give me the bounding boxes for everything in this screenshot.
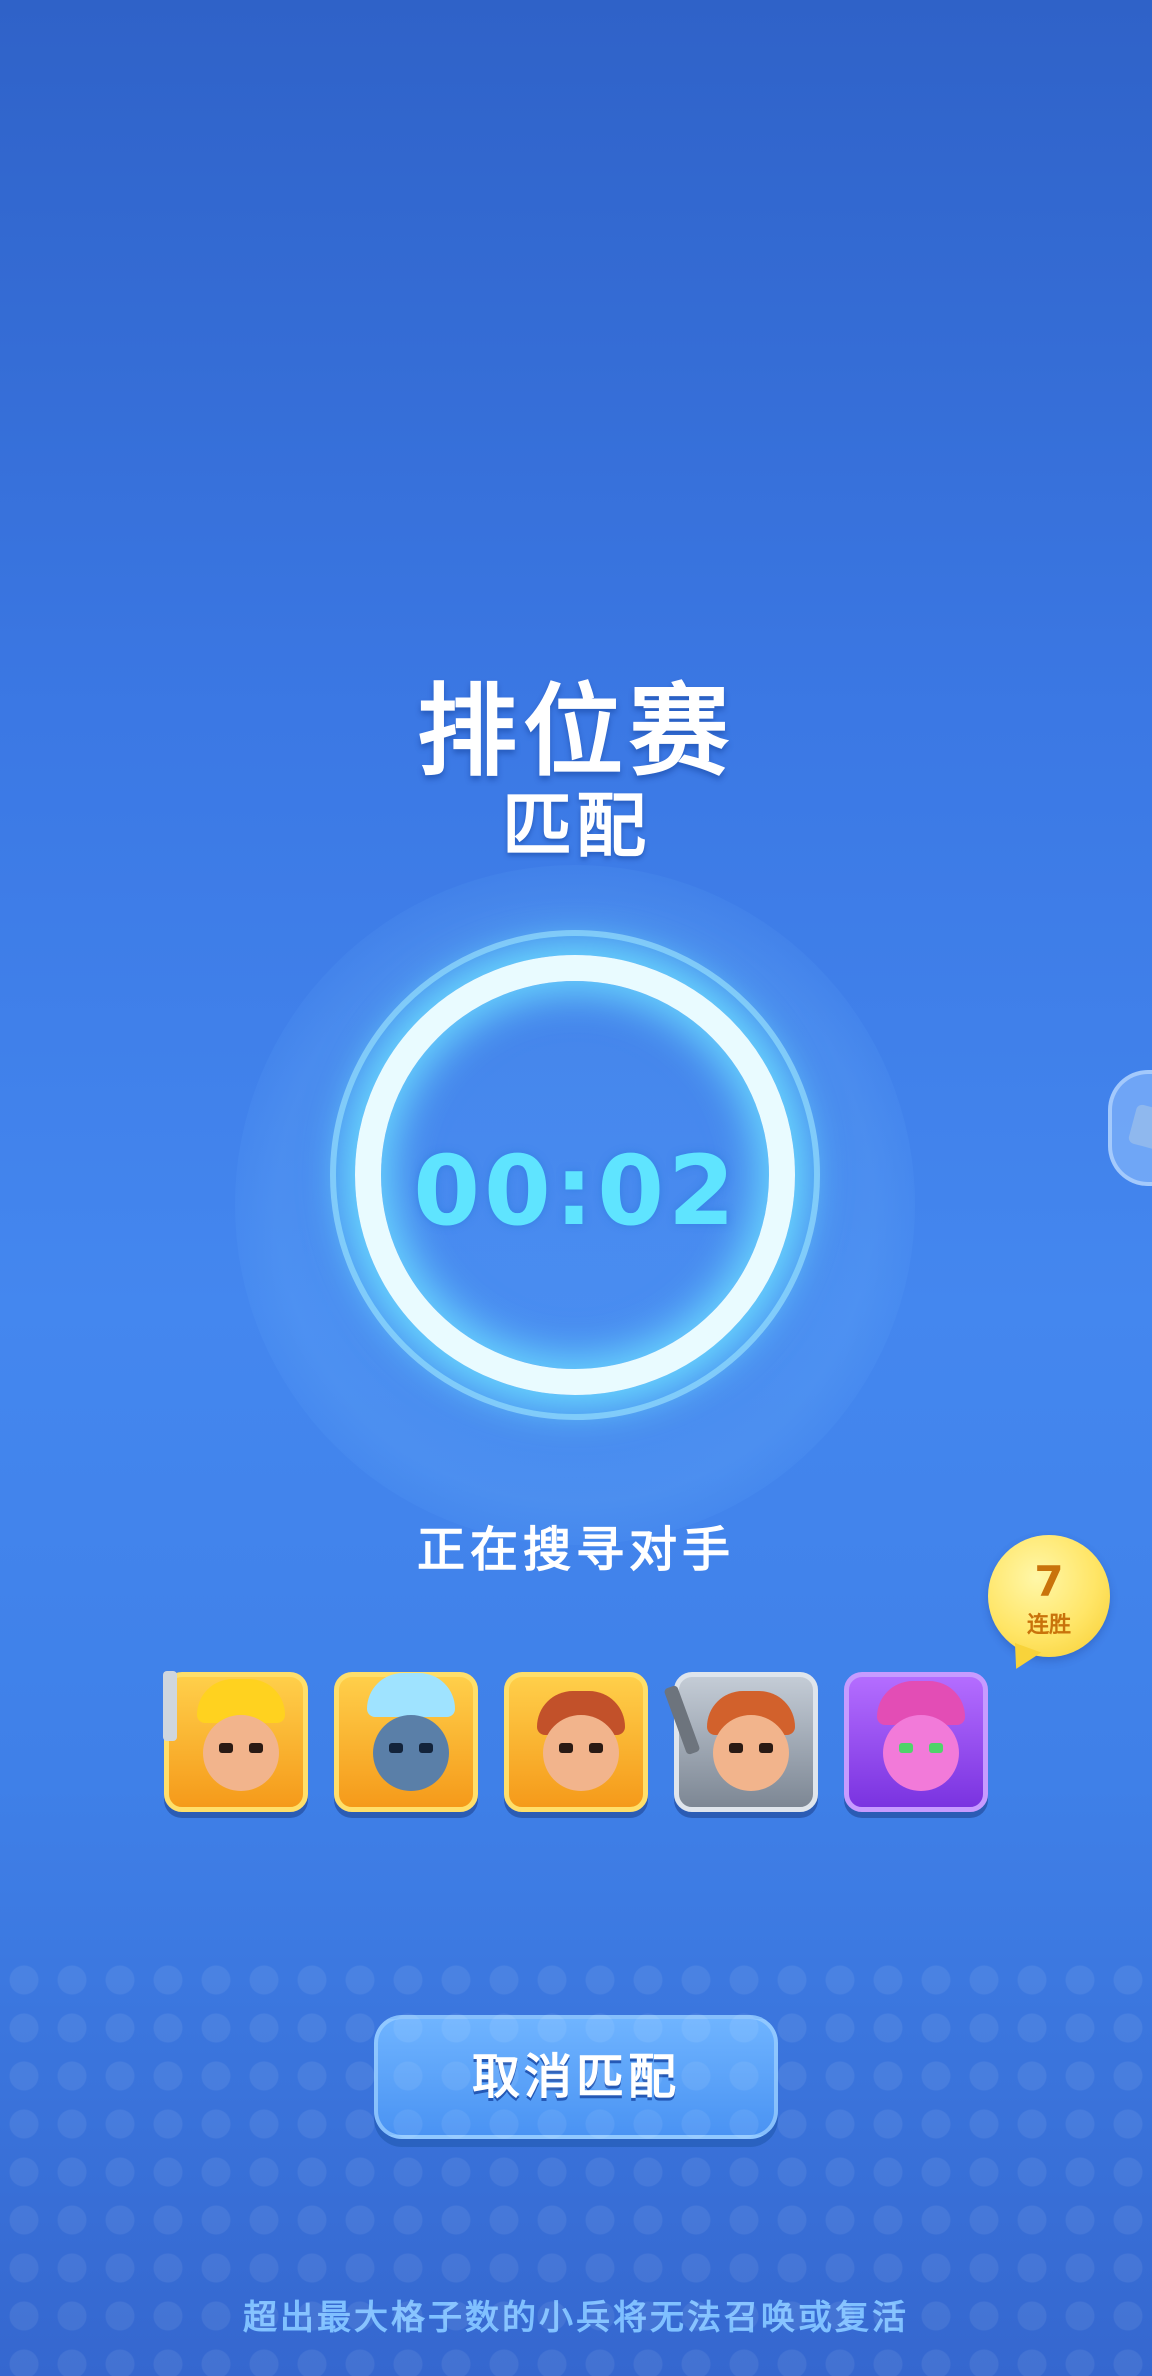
matchmaking-screen: 排位赛 匹配 00:02 正在搜寻对手 7 连胜 取消匹配 超出最大格子数的小兵…: [0, 0, 1152, 2376]
eye-icon: [729, 1743, 743, 1753]
cancel-match-button[interactable]: 取消匹配: [374, 2015, 778, 2139]
golem-face-icon: [373, 1715, 449, 1791]
hero-card-pink-ogre: [844, 1672, 988, 1812]
page-subtitle: 匹配: [502, 785, 650, 867]
matchmaking-timer: 00:02: [413, 1135, 739, 1247]
hero-face-icon: [543, 1715, 619, 1791]
eye-icon: [419, 1743, 433, 1753]
sword-icon: [163, 1671, 177, 1741]
eye-icon: [559, 1743, 573, 1753]
win-streak-label: 连胜: [1026, 1613, 1071, 1638]
ice-crystal-icon: [367, 1673, 455, 1717]
cube-icon: [1127, 1103, 1152, 1153]
ogre-face-icon: [883, 1715, 959, 1791]
eye-icon: [389, 1743, 403, 1753]
win-streak-count: 7: [1034, 1557, 1064, 1606]
hero-face-icon: [713, 1715, 789, 1791]
hero-lineup: [150, 1640, 1000, 1820]
hero-card-ice-golem: [334, 1672, 478, 1812]
hero-face-icon: [203, 1715, 279, 1791]
hero-card-red-hair-fighter: [504, 1672, 648, 1812]
eye-icon: [249, 1743, 263, 1753]
eye-icon: [759, 1743, 773, 1753]
hero-card-sword-barbarian: [663, 1672, 818, 1812]
eye-icon: [219, 1743, 233, 1753]
eye-icon: [929, 1743, 943, 1753]
footer-hint: 超出最大格子数的小兵将无法召唤或复活: [243, 2298, 909, 2338]
hero-card-king-warrior: [163, 1671, 308, 1812]
search-status: 正在搜寻对手: [416, 1522, 735, 1578]
eye-icon: [589, 1743, 603, 1753]
side-panel-tab[interactable]: [1108, 1070, 1152, 1186]
win-streak-badge: 7 连胜: [988, 1535, 1110, 1657]
sword-icon: [663, 1684, 701, 1756]
eye-icon: [899, 1743, 913, 1753]
